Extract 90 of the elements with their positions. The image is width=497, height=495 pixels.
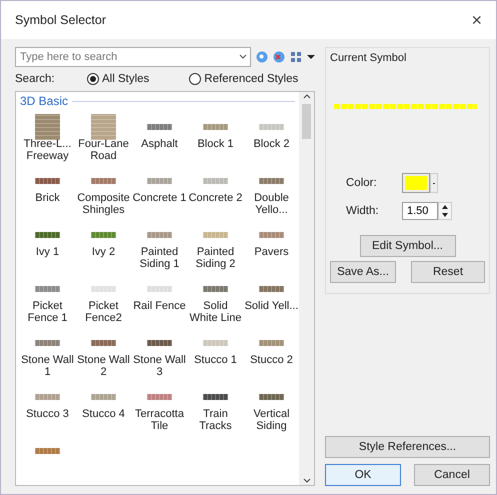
symbol-label: Brick <box>35 192 60 204</box>
symbol-label: Train Tracks <box>198 408 233 432</box>
search-label: Search: <box>15 73 56 85</box>
scrollbar-thumb[interactable] <box>302 104 311 139</box>
symbol-label: Four-Lane Road <box>77 138 130 162</box>
symbol-swatch[interactable] <box>203 286 228 292</box>
symbol-swatch[interactable] <box>259 232 284 238</box>
search-combo-box[interactable]: Type here to search <box>15 47 251 67</box>
symbol-label: Block 1 <box>197 138 234 150</box>
symbol-label: Stucco 4 <box>82 408 125 420</box>
width-label: Width: <box>346 205 380 217</box>
down-arrow-icon[interactable] <box>442 213 448 217</box>
symbol-label: Terracotta Tile <box>134 408 185 432</box>
symbol-swatch[interactable] <box>35 232 60 238</box>
symbol-swatch[interactable] <box>91 286 116 292</box>
up-arrow-icon[interactable] <box>442 205 448 209</box>
symbol-label: Ivy 1 <box>36 246 60 258</box>
color-dropdown[interactable] <box>430 173 438 193</box>
symbol-label: Painted Siding 2 <box>194 246 236 270</box>
symbol-label: Asphalt <box>141 138 178 150</box>
symbol-swatch[interactable] <box>91 232 116 238</box>
symbol-swatch[interactable] <box>147 124 172 130</box>
symbol-swatch[interactable] <box>203 178 228 184</box>
grid-view-icon[interactable] <box>290 51 302 63</box>
symbol-swatch[interactable] <box>91 394 116 400</box>
symbol-swatch[interactable] <box>259 286 284 292</box>
symbol-label: Stucco 1 <box>194 354 237 366</box>
symbol-swatch[interactable] <box>91 178 116 184</box>
color-label: Color: <box>346 177 378 189</box>
symbol-swatch[interactable] <box>259 394 284 400</box>
symbol-label: Stone Wall 3 <box>132 354 186 378</box>
caret-icon[interactable] <box>432 182 436 186</box>
symbol-label: Solid White Line <box>188 300 242 324</box>
style-references-button[interactable]: Style References... <box>325 436 490 458</box>
symbol-swatch[interactable] <box>35 286 60 292</box>
symbol-swatch[interactable] <box>91 340 116 346</box>
symbol-swatch[interactable] <box>91 114 116 140</box>
symbol-swatch[interactable] <box>147 394 172 400</box>
symbol-label: Three-L... Freeway <box>22 138 72 162</box>
symbol-swatch[interactable] <box>259 124 284 130</box>
symbol-label: Double Yello... <box>253 192 290 216</box>
symbol-label: Painted Siding 1 <box>138 246 180 270</box>
symbol-label: Ivy 2 <box>92 246 116 258</box>
symbol-label: Concrete 1 <box>132 192 186 204</box>
edit-symbol-button[interactable]: Edit Symbol... <box>360 235 456 257</box>
symbol-label: Concrete 2 <box>188 192 242 204</box>
symbol-label: Vertical Siding <box>252 408 291 432</box>
search-icon[interactable] <box>256 51 268 63</box>
symbol-swatch[interactable] <box>259 178 284 184</box>
symbol-label: Pavers <box>254 246 289 258</box>
symbol-label: Stucco 3 <box>26 408 69 420</box>
radio-option[interactable]: Referenced Styles <box>189 73 298 85</box>
symbol-label: Composite Shingles <box>76 192 130 216</box>
symbol-swatch[interactable] <box>203 124 228 130</box>
panel-title: Current Symbol <box>330 52 408 64</box>
symbol-label: Solid Yell... <box>244 300 298 312</box>
width-input[interactable]: 1.50 <box>402 202 438 220</box>
search-input[interactable]: Type here to search <box>16 51 236 63</box>
symbol-label: Stone Wall 1 <box>20 354 74 378</box>
window-title: Symbol Selector <box>15 13 106 27</box>
symbol-swatch[interactable] <box>203 394 228 400</box>
symbol-label: Picket Fence 1 <box>26 300 68 324</box>
ok-button[interactable]: OK <box>325 464 401 486</box>
symbol-swatch[interactable] <box>147 178 172 184</box>
symbol-swatch[interactable] <box>35 178 60 184</box>
symbol-swatch[interactable] <box>147 286 172 292</box>
symbol-swatch[interactable] <box>147 232 172 238</box>
symbol-swatch[interactable] <box>203 232 228 238</box>
radio-option[interactable]: All Styles <box>87 73 150 85</box>
reset-button[interactable]: Reset <box>411 261 485 283</box>
close-button[interactable]: × <box>467 10 486 30</box>
symbol-swatch[interactable] <box>35 340 60 346</box>
symbol-swatch[interactable] <box>35 114 60 140</box>
cancel-button[interactable]: Cancel <box>414 464 490 486</box>
symbol-label: Stucco 2 <box>250 354 293 366</box>
symbol-swatch[interactable] <box>203 340 228 346</box>
chevron-down-icon[interactable] <box>239 54 247 60</box>
symbol-label: Stone Wall 2 <box>76 354 130 378</box>
group-heading: 3D Basic <box>20 94 68 108</box>
symbol-swatch[interactable] <box>35 448 60 454</box>
symbol-label: Block 2 <box>253 138 290 150</box>
symbol-swatch[interactable] <box>147 340 172 346</box>
symbol-label: Picket Fence2 <box>84 300 123 324</box>
save-as-button[interactable]: Save As... <box>330 261 396 283</box>
symbol-label: Rail Fence <box>133 300 186 312</box>
dropdown-arrow-icon[interactable] <box>307 54 315 60</box>
spin-buttons[interactable] <box>438 202 452 220</box>
clear-search-icon[interactable] <box>273 51 285 63</box>
symbol-swatch[interactable] <box>259 340 284 346</box>
symbol-swatch[interactable] <box>35 394 60 400</box>
